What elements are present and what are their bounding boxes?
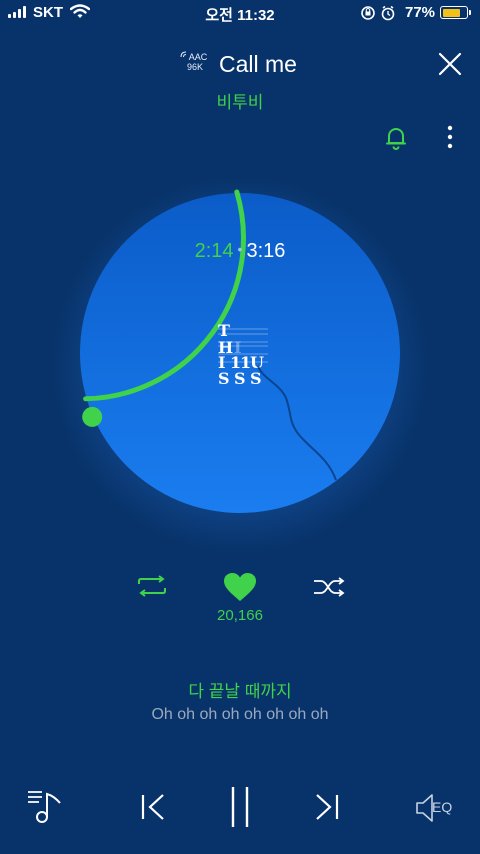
next-button[interactable] [312, 792, 342, 822]
status-bar: SKT 오전 11:32 77% [0, 0, 480, 28]
repeat-button[interactable] [135, 574, 169, 598]
pause-button[interactable] [226, 785, 254, 829]
close-icon [438, 52, 462, 76]
eq-label: EQ [432, 799, 453, 815]
battery-percent: 77% [405, 4, 436, 21]
skip-next-icon [316, 794, 339, 820]
progress-knob [82, 406, 103, 427]
lyric-next[interactable]: Oh oh oh oh oh oh oh oh [0, 706, 480, 724]
pause-icon [231, 787, 249, 827]
more-vertical-icon [447, 125, 453, 149]
playlist-button[interactable] [26, 788, 66, 826]
svg-text:S: S [250, 369, 262, 388]
current-time: 2:14 [194, 240, 234, 262]
battery-icon [440, 6, 471, 19]
lyric-current[interactable]: 다 끝날 때까지 [0, 677, 480, 702]
playlist-icon [28, 791, 61, 823]
codec-badge: AAC 96K [180, 51, 210, 72]
artist-name[interactable]: 비투비 [0, 88, 480, 113]
svg-text:S: S [218, 369, 230, 388]
bell-icon [386, 128, 406, 150]
status-icons [360, 4, 400, 22]
time-separator: • [237, 241, 243, 257]
svg-text:S: S [234, 369, 246, 388]
song-title: Call me [219, 51, 297, 77]
stream-icon [180, 51, 187, 58]
orientation-lock-icon [361, 6, 375, 20]
heart-icon [224, 573, 256, 601]
shuffle-button[interactable] [312, 575, 346, 599]
previous-button[interactable] [138, 792, 168, 822]
skip-previous-icon [141, 794, 164, 820]
codec-bitrate: 96K [186, 62, 203, 72]
more-options-button[interactable] [441, 124, 459, 152]
like-count: 20,166 [217, 607, 263, 624]
like-button[interactable] [222, 571, 258, 603]
repeat-icon [138, 575, 166, 597]
time-display: 2:14 • 3:16 [0, 240, 480, 263]
bell-button[interactable] [383, 124, 409, 150]
close-button[interactable] [436, 50, 464, 78]
shuffle-icon [314, 577, 345, 597]
alarm-icon [381, 5, 395, 21]
album-art-icon: T H I I 11U SSS [218, 321, 337, 481]
total-time: 3:16 [246, 240, 286, 262]
